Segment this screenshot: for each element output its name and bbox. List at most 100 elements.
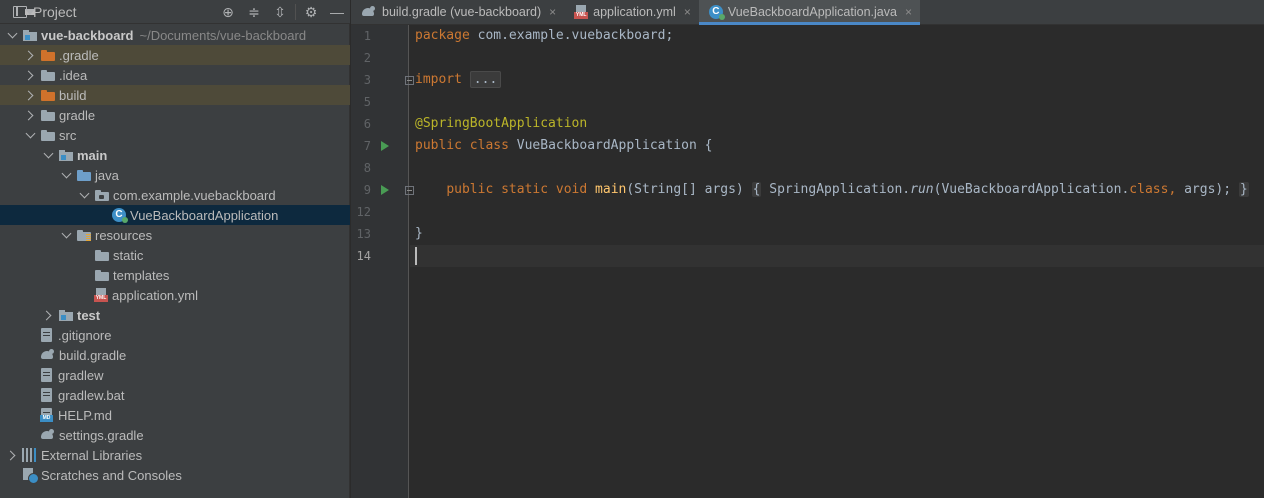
tree-item[interactable]: settings.gradle [0, 425, 350, 445]
tree-item[interactable]: main [0, 145, 350, 165]
editor-tab[interactable]: build.gradle (vue-backboard) × [351, 0, 564, 24]
line-number: 1 [363, 29, 371, 43]
code-text: SpringApplication. [761, 182, 911, 197]
tree-item[interactable]: gradlew.bat [0, 385, 350, 405]
toolbar-divider [295, 4, 296, 20]
chevron-right-icon[interactable] [22, 45, 38, 65]
chevron-down-icon[interactable] [40, 145, 56, 165]
tree-item[interactable]: gradlew [0, 365, 350, 385]
tree-item[interactable]: vue-backboard ~/Documents/vue-backboard [0, 25, 350, 45]
run-main-icon[interactable] [381, 185, 389, 195]
line-number: 2 [363, 51, 371, 65]
tree-item[interactable]: build.gradle [0, 345, 350, 365]
current-line-highlight [410, 245, 1264, 267]
tree-item[interactable]: .gitignore [0, 325, 350, 345]
tree-item[interactable]: templates [0, 265, 350, 285]
chevron-down-icon[interactable] [58, 165, 74, 185]
chevron-right-icon[interactable] [22, 65, 38, 85]
project-view-selector[interactable]: Project [0, 0, 77, 24]
method-name: main [595, 182, 627, 197]
tree-item-label: Scratches and Consoles [41, 467, 182, 483]
close-icon[interactable]: × [905, 5, 912, 19]
chevron-right-icon[interactable] [40, 305, 56, 325]
expand-all-icon[interactable]: ≑ [241, 0, 267, 24]
chevron-right-icon[interactable] [22, 85, 38, 105]
tree-item[interactable]: External Libraries [0, 445, 350, 465]
tree-item[interactable]: static [0, 245, 350, 265]
line-number: 6 [363, 117, 371, 131]
tree-item[interactable]: .idea [0, 65, 350, 85]
tree-item[interactable]: test [0, 305, 350, 325]
tree-item-label: gradlew.bat [58, 387, 125, 403]
hide-icon[interactable]: — [324, 0, 350, 24]
folder-icon [40, 107, 56, 123]
close-icon[interactable]: × [549, 5, 556, 19]
line-number: 3 [363, 73, 371, 87]
module-icon [22, 27, 38, 43]
folded-brace-close[interactable]: } [1238, 182, 1249, 197]
fold-method-icon[interactable] [405, 186, 414, 195]
folded-brace-open[interactable]: { [751, 182, 762, 197]
tree-item-label: com.example.vuebackboard [113, 187, 276, 203]
scratches-icon [22, 467, 39, 484]
chevron-right-icon[interactable] [4, 445, 20, 465]
java-class-icon: C [708, 5, 725, 20]
chevron-down-icon[interactable] [76, 185, 92, 205]
editor-tab-bar: build.gradle (vue-backboard) × YML applicat… [351, 0, 1264, 25]
tree-item-path: ~/Documents/vue-backboard [139, 27, 307, 43]
tree-item[interactable]: com.example.vuebackboard [0, 185, 350, 205]
keyword: class [469, 138, 509, 153]
line-number: 13 [356, 227, 371, 241]
tree-item[interactable]: java [0, 165, 350, 185]
editor-tab[interactable]: YML application.yml × [564, 0, 699, 24]
tree-item[interactable]: resources [0, 225, 350, 245]
keyword: class [1129, 182, 1169, 197]
chevron-right-icon[interactable] [22, 105, 38, 125]
keyword: public [415, 138, 462, 153]
editor-tab[interactable]: C VueBackboardApplication.java × [698, 0, 921, 25]
tree-item[interactable]: src [0, 125, 350, 145]
tree-item-label: resources [95, 227, 153, 243]
chevron-down-icon[interactable] [58, 225, 74, 245]
excluded-folder-icon [40, 47, 56, 63]
module-icon [58, 147, 74, 163]
file-icon [40, 367, 53, 383]
line-number-current: 14 [356, 249, 371, 263]
source-folder-icon [76, 167, 92, 183]
folded-imports[interactable]: ... [469, 71, 502, 88]
keyword: import [415, 72, 462, 87]
collapse-all-icon[interactable]: ⇳ [267, 0, 293, 24]
tree-item[interactable]: gradle [0, 105, 350, 125]
package-icon [94, 187, 110, 203]
run-class-icon[interactable] [381, 141, 389, 151]
locate-icon[interactable]: ⊕ [215, 0, 241, 24]
tree-item-label: src [59, 127, 77, 143]
chevron-down-icon[interactable] [4, 25, 20, 45]
code-text: com.example.vuebackboard; [469, 28, 674, 43]
tree-item[interactable]: C VueBackboardApplication [0, 205, 350, 225]
tree-item-label: VueBackboardApplication [130, 207, 279, 223]
tree-item-label: build [59, 87, 87, 103]
module-icon [58, 307, 74, 323]
keyword: package [415, 28, 470, 43]
gear-icon[interactable]: ⚙ [298, 0, 324, 24]
tree-item[interactable]: YML application.yml [0, 285, 350, 305]
folder-icon [94, 267, 110, 283]
code-editor[interactable]: 1 2 3 5 6 7 8 9 12 13 14 package com.exa… [351, 25, 1264, 498]
code-text: VueBackboardApplication { [508, 138, 713, 153]
close-icon[interactable]: × [684, 5, 691, 19]
chevron-down-icon[interactable] [22, 125, 38, 145]
tree-item[interactable]: Scratches and Consoles [0, 465, 350, 485]
line-number: 5 [363, 95, 371, 109]
code-line-13: } [415, 223, 423, 245]
tree-item-label: java [95, 167, 119, 183]
code-text: (String[] args) [626, 182, 744, 197]
tree-item-label: templates [113, 267, 170, 283]
tree-item[interactable]: build [0, 85, 350, 105]
tree-item[interactable]: MD HELP.md [0, 405, 350, 425]
gradle-icon [361, 5, 377, 19]
tree-item-label: test [77, 307, 101, 323]
tree-item[interactable]: .gradle [0, 45, 350, 65]
code-line-6: @SpringBootApplication [415, 113, 587, 135]
fold-imports-icon[interactable] [405, 76, 414, 85]
